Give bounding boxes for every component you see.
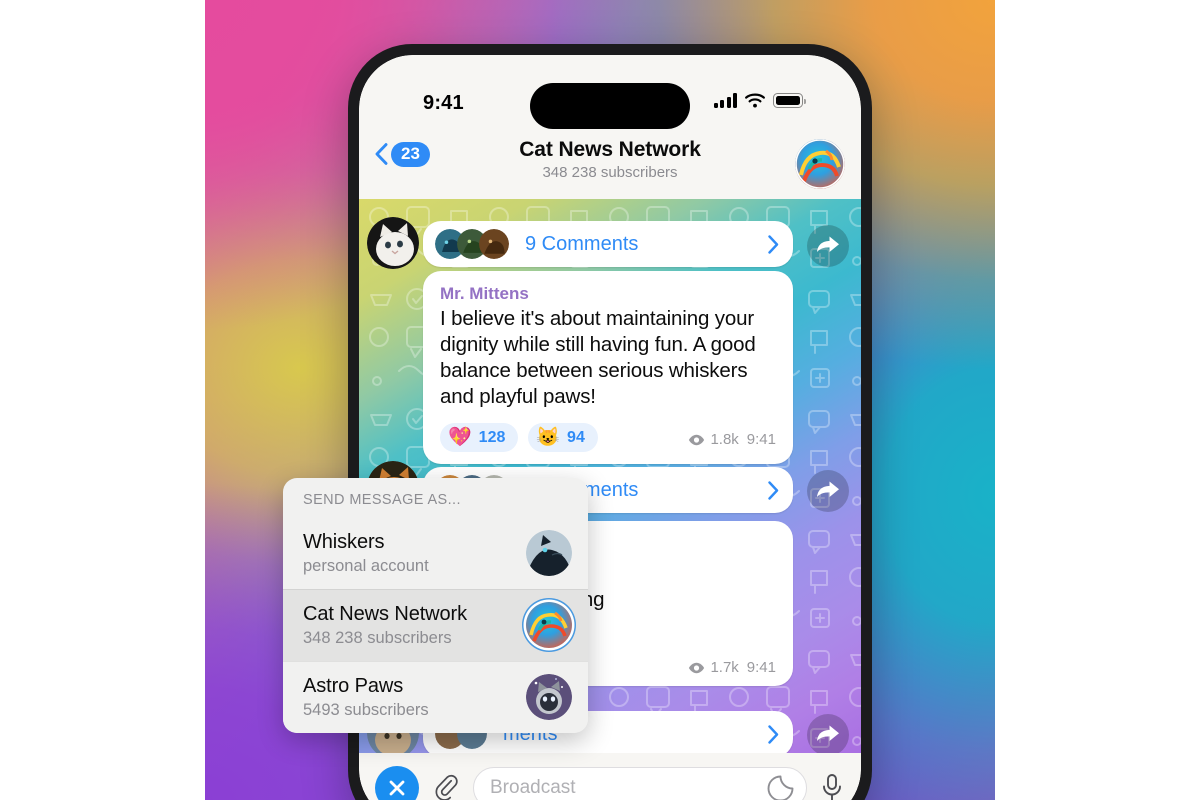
comments-count-label: 9 Comments bbox=[525, 232, 639, 255]
channel-avatar[interactable] bbox=[795, 139, 845, 189]
reaction-count: 128 bbox=[478, 428, 506, 446]
close-x-icon bbox=[389, 780, 405, 796]
message-time: 9:41 bbox=[746, 431, 776, 448]
sender-avatar bbox=[367, 217, 419, 269]
account-name: Whiskers bbox=[303, 530, 385, 553]
account-option-cat-news-network[interactable]: Cat News Network 348 238 subscribers bbox=[283, 589, 588, 661]
message-input-wrapper[interactable] bbox=[473, 767, 807, 800]
account-subtitle: personal account bbox=[303, 556, 429, 575]
cat-news-network-avatar-icon bbox=[526, 602, 572, 648]
account-text: Whiskers personal account bbox=[303, 531, 516, 576]
commenter-avatar bbox=[477, 227, 511, 261]
account-subtitle: 348 238 subscribers bbox=[303, 628, 452, 647]
account-option-astro-paws[interactable]: Astro Paws 5493 subscribers bbox=[283, 661, 588, 733]
send-message-as-popup[interactable]: Send message as... Whiskers personal acc… bbox=[283, 478, 588, 733]
message-reactions: 💖 128 😺 94 bbox=[440, 423, 598, 452]
account-name: Cat News Network bbox=[303, 602, 467, 625]
chat-header: 23 Cat News Network 348 238 subscribers bbox=[359, 133, 861, 199]
message-meta-2: 1.8k 9:41 bbox=[688, 431, 776, 452]
status-bar: 9:41 bbox=[359, 55, 861, 133]
comments-bar-1[interactable]: 9 Comments bbox=[423, 221, 793, 267]
reaction-count: 94 bbox=[567, 428, 585, 446]
message-author-name: Mr. Mittens bbox=[440, 284, 529, 303]
dynamic-island bbox=[530, 83, 690, 129]
reaction-pill[interactable]: 💖 128 bbox=[440, 423, 519, 452]
account-name: Astro Paws bbox=[303, 674, 404, 697]
forward-button-3[interactable] bbox=[807, 714, 849, 753]
chat-title: Cat News Network bbox=[519, 138, 701, 161]
white-cat-avatar bbox=[367, 217, 419, 269]
account-text: Cat News Network 348 238 subscribers bbox=[303, 603, 516, 648]
forward-arrow-icon bbox=[817, 725, 839, 741]
forward-button-2[interactable] bbox=[807, 470, 849, 512]
message-text: I believe it's about maintaining your di… bbox=[440, 307, 756, 408]
forward-arrow-icon bbox=[817, 236, 839, 252]
money-eyes-cat-reaction-icon: 😺 bbox=[536, 427, 561, 448]
chat-header-center[interactable]: Cat News Network 348 238 subscribers bbox=[359, 138, 861, 181]
chat-subtitle: 348 238 subscribers bbox=[542, 164, 678, 181]
message-views: 1.7k bbox=[710, 659, 739, 676]
close-send-as-button[interactable] bbox=[375, 766, 419, 800]
chevron-right-icon bbox=[768, 234, 779, 254]
whiskers-avatar bbox=[526, 530, 572, 576]
chevron-right-icon bbox=[768, 480, 779, 500]
cat-news-network-avatar-icon bbox=[795, 139, 845, 189]
chevron-right-icon bbox=[768, 724, 779, 744]
heart-eyes-cat-reaction-icon: 💖 bbox=[448, 427, 472, 448]
message-input-bar bbox=[359, 753, 861, 800]
message-time: 9:41 bbox=[746, 659, 776, 676]
account-option-whiskers[interactable]: Whiskers personal account bbox=[283, 518, 588, 589]
message-input[interactable] bbox=[490, 777, 767, 799]
eye-icon bbox=[689, 662, 705, 673]
eye-icon bbox=[689, 434, 705, 445]
paperclip-icon[interactable] bbox=[431, 773, 461, 800]
battery-icon bbox=[773, 93, 806, 108]
send-as-title: Send message as... bbox=[303, 492, 461, 508]
screenshot-canvas: 9 Comments Mr. Mittens I believe it's ab… bbox=[0, 0, 1200, 800]
sticker-icon[interactable] bbox=[767, 775, 794, 800]
commenter-avatars bbox=[433, 227, 511, 261]
astro-paws-avatar bbox=[526, 674, 572, 720]
cat-news-network-avatar bbox=[526, 602, 572, 648]
status-icons bbox=[713, 93, 806, 108]
astro-paws-avatar-icon bbox=[526, 674, 572, 720]
message-bubble-2[interactable]: Mr. Mittens I believe it's about maintai… bbox=[423, 271, 793, 464]
status-time: 9:41 bbox=[423, 92, 464, 114]
whiskers-avatar-icon bbox=[526, 530, 572, 576]
forward-button-1[interactable] bbox=[807, 225, 849, 267]
account-subtitle: 5493 subscribers bbox=[303, 700, 429, 719]
cellular-signal-icon bbox=[713, 93, 737, 108]
wifi-icon bbox=[745, 93, 765, 108]
account-text: Astro Paws 5493 subscribers bbox=[303, 675, 516, 720]
message-views: 1.8k bbox=[710, 431, 739, 448]
forward-arrow-icon bbox=[817, 481, 839, 497]
microphone-icon[interactable] bbox=[819, 773, 845, 800]
reaction-pill[interactable]: 😺 94 bbox=[528, 423, 598, 452]
